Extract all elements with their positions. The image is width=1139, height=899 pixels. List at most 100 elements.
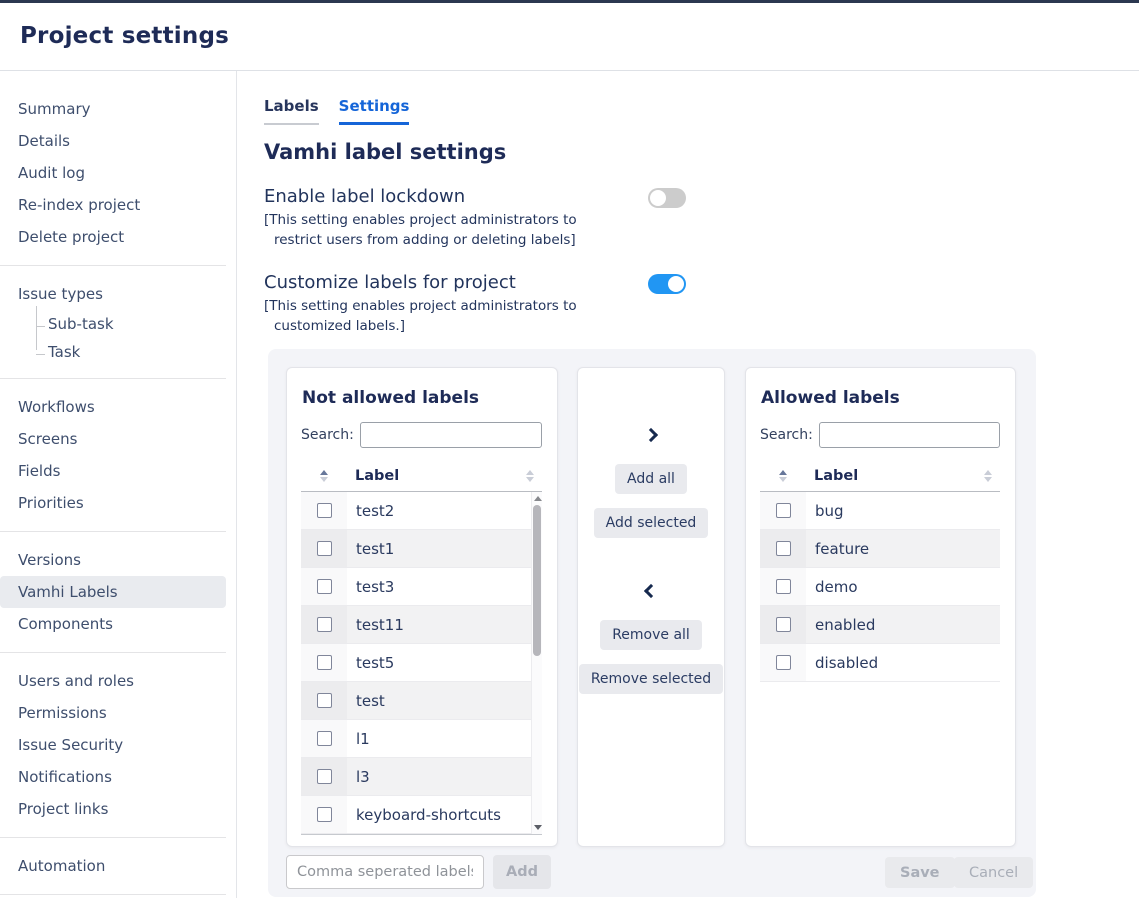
page-header: Project settings: [0, 3, 1139, 71]
transfer-buttons-panel: Add all Add selected Remove all Remove s…: [577, 367, 725, 847]
checkbox-cell: [301, 796, 347, 833]
add-label-button[interactable]: Add: [493, 855, 551, 889]
sidebar-item-vamhi-labels[interactable]: Vamhi Labels: [0, 576, 226, 608]
row-checkbox[interactable]: [776, 579, 791, 594]
table-row[interactable]: bug: [760, 492, 1000, 530]
checkbox-cell: [301, 644, 347, 681]
remove-selected-button[interactable]: Remove selected: [579, 664, 723, 694]
table-row[interactable]: test2: [301, 492, 531, 530]
setting-note: [This setting enables project administra…: [264, 211, 648, 250]
sidebar-item-delete-project[interactable]: Delete project: [0, 221, 236, 253]
add-selected-button[interactable]: Add selected: [594, 508, 709, 538]
sidebar-item-versions[interactable]: Versions: [0, 544, 236, 576]
setting-customize-labels: Customize labels for project [This setti…: [264, 272, 686, 336]
row-checkbox[interactable]: [317, 655, 332, 670]
sidebar-divider: [0, 894, 226, 895]
setting-note-line2: customized labels.]: [264, 317, 648, 337]
sidebar-item-fields[interactable]: Fields: [0, 455, 236, 487]
row-label: l3: [347, 758, 531, 795]
label-column-sort-control[interactable]: [976, 470, 1000, 482]
table-row[interactable]: demo: [760, 568, 1000, 606]
table-row[interactable]: l3: [301, 758, 531, 796]
sidebar-item-task[interactable]: Task: [0, 338, 236, 366]
row-checkbox[interactable]: [776, 617, 791, 632]
scrollbar-up-arrow-icon[interactable]: [534, 496, 542, 501]
not-allowed-search-input[interactable]: [360, 422, 542, 448]
label-column-header[interactable]: Label: [806, 468, 976, 484]
table-row[interactable]: disabled: [760, 644, 1000, 682]
setting-note: [This setting enables project administra…: [264, 297, 648, 336]
scrollbar-down-arrow-icon[interactable]: [534, 825, 542, 830]
checkbox-cell: [301, 758, 347, 795]
sidebar-item-components[interactable]: Components: [0, 608, 236, 640]
table-row[interactable]: test11: [301, 606, 531, 644]
sidebar-item-project-links[interactable]: Project links: [0, 793, 236, 825]
sort-arrows-icon: [526, 470, 534, 482]
table-row[interactable]: test: [301, 682, 531, 720]
table-header: Label: [760, 460, 1000, 492]
sidebar-item-details[interactable]: Details: [0, 125, 236, 157]
not-allowed-rows-area: test2 test1: [301, 492, 542, 835]
row-label: test11: [347, 606, 531, 643]
table-row[interactable]: keyboard-shortcuts: [301, 796, 531, 834]
row-checkbox[interactable]: [317, 579, 332, 594]
table-row[interactable]: test1: [301, 530, 531, 568]
add-all-button[interactable]: Add all: [615, 464, 687, 494]
row-checkbox[interactable]: [317, 693, 332, 708]
row-label: test2: [347, 492, 531, 529]
sidebar-item-reindex-project[interactable]: Re-index project: [0, 189, 236, 221]
tab-labels[interactable]: Labels: [264, 97, 319, 125]
checkbox-cell: [760, 644, 806, 681]
sidebar-item-summary[interactable]: Summary: [0, 93, 236, 125]
checkbox-cell: [760, 492, 806, 529]
row-checkbox[interactable]: [317, 769, 332, 784]
label-lockdown-toggle[interactable]: [648, 188, 686, 208]
row-checkbox[interactable]: [317, 541, 332, 556]
sidebar-item-automation[interactable]: Automation: [0, 850, 236, 882]
row-checkbox[interactable]: [317, 731, 332, 746]
sidebar-divider: [0, 652, 226, 653]
sidebar-item-workflows[interactable]: Workflows: [0, 391, 236, 423]
sidebar-item-users-and-roles[interactable]: Users and roles: [0, 665, 236, 697]
cancel-button[interactable]: Cancel: [954, 857, 1033, 888]
sidebar-item-permissions[interactable]: Permissions: [0, 697, 236, 729]
table-row[interactable]: l1: [301, 720, 531, 758]
sidebar-item-priorities[interactable]: Priorities: [0, 487, 236, 519]
allowed-rows-area: bug feature: [760, 492, 1000, 835]
sidebar-item-issue-security[interactable]: Issue Security: [0, 729, 236, 761]
sidebar-item-screens[interactable]: Screens: [0, 423, 236, 455]
row-checkbox[interactable]: [776, 655, 791, 670]
page-title: Project settings: [20, 23, 1139, 49]
row-checkbox[interactable]: [776, 503, 791, 518]
checkbox-column-sort-control[interactable]: [760, 470, 806, 482]
row-checkbox[interactable]: [317, 503, 332, 518]
row-label: test3: [347, 568, 531, 605]
row-label: l1: [347, 720, 531, 757]
sidebar-item-sub-task[interactable]: Sub-task: [0, 310, 236, 338]
row-label: feature: [806, 530, 1000, 567]
sidebar-item-audit-log[interactable]: Audit log: [0, 157, 236, 189]
row-label: test5: [347, 644, 531, 681]
remove-all-button[interactable]: Remove all: [600, 620, 702, 650]
row-checkbox[interactable]: [317, 807, 332, 822]
row-checkbox[interactable]: [776, 541, 791, 556]
customize-labels-toggle[interactable]: [648, 274, 686, 294]
scrollbar-thumb[interactable]: [533, 505, 541, 656]
checkbox-column-sort-control[interactable]: [301, 470, 347, 482]
label-column-header[interactable]: Label: [347, 468, 518, 484]
save-button[interactable]: Save: [885, 857, 955, 888]
row-checkbox[interactable]: [317, 617, 332, 632]
label-column-sort-control[interactable]: [518, 470, 542, 482]
checkbox-cell: [301, 530, 347, 567]
comma-separated-labels-input[interactable]: [286, 855, 484, 889]
table-row[interactable]: test5: [301, 644, 531, 682]
tab-settings[interactable]: Settings: [339, 97, 410, 125]
row-label: disabled: [806, 644, 1000, 681]
table-row[interactable]: feature: [760, 530, 1000, 568]
row-label: demo: [806, 568, 1000, 605]
table-row[interactable]: test3: [301, 568, 531, 606]
setting-note-line1: [This setting enables project administra…: [264, 297, 648, 317]
table-row[interactable]: enabled: [760, 606, 1000, 644]
allowed-search-input[interactable]: [819, 422, 1000, 448]
sidebar-item-notifications[interactable]: Notifications: [0, 761, 236, 793]
